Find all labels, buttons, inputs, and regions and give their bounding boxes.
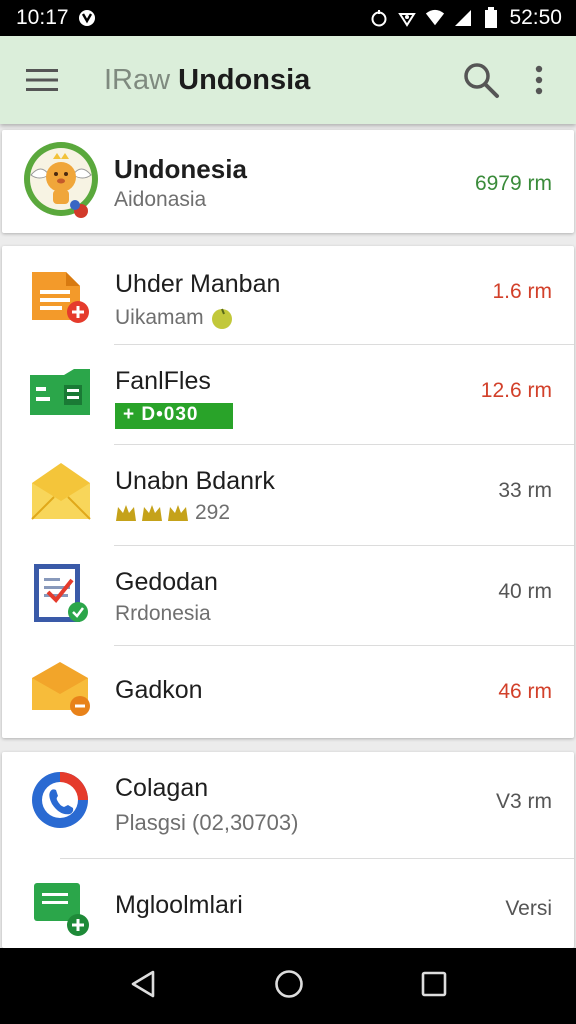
more-vert-icon (535, 65, 543, 95)
profile-subtitle: Aidonasia (114, 188, 207, 211)
page-title: IRaw Undonsia (104, 64, 452, 97)
document-add-icon (28, 266, 94, 333)
item-value: 40 rm (498, 580, 552, 603)
item-value: 12.6 rm (480, 379, 552, 402)
status-clock: 52:50 (509, 6, 562, 29)
phone-call-icon (30, 770, 92, 837)
item-title: Uhder Manban (115, 270, 281, 298)
navigation-bar (0, 948, 576, 1024)
item-subtitle-wrap: 292 (115, 501, 230, 525)
search-icon (464, 63, 499, 98)
status-bar: 10:17 52:50 (0, 0, 576, 36)
item-subtitle: 292 (195, 501, 231, 524)
item-title: FanlFles (115, 367, 211, 395)
vibrate-icon (397, 8, 417, 28)
fruit-icon (211, 308, 232, 329)
item-subtitle: Uikamam (115, 306, 204, 329)
message-add-icon (32, 881, 94, 944)
item-value: 46 rm (498, 680, 552, 703)
battery-icon (481, 7, 501, 28)
item-subtitle: Plasgsi (02,30703) (115, 810, 299, 835)
item-value: V3 rm (495, 790, 552, 813)
mail-icon (30, 461, 92, 526)
item-value: 1.6 rm (492, 280, 552, 303)
status-time: 10:17 (16, 6, 69, 29)
list-item[interactable]: Gedodan Rrdonesia 40 rm (2, 546, 574, 645)
item-title: Gedodan (115, 568, 218, 596)
mascot-avatar-icon (24, 142, 98, 218)
notification-icon (77, 8, 97, 28)
item-badge-wrap: + D•030 (115, 403, 233, 429)
search-button[interactable] (452, 36, 510, 124)
crown-icon (168, 505, 188, 521)
spreadsheet-icon (28, 369, 92, 424)
title-prefix: IRaw (104, 63, 171, 96)
item-title: Mgloolmlari (115, 891, 243, 919)
list-item[interactable]: Unabn Bdanrk 292 33 rm (2, 445, 574, 545)
signal-icon (453, 8, 473, 28)
item-value: Versi (505, 897, 552, 920)
checklist-icon (32, 562, 92, 631)
list-item[interactable]: FanlFles + D•030 12.6 rm (2, 345, 574, 444)
home-button[interactable] (274, 969, 304, 1004)
list-item[interactable]: Uhder Manban Uikamam 1.6 rm (2, 246, 574, 344)
app-toolbar: IRaw Undonsia (0, 36, 576, 124)
home-icon (275, 969, 303, 998)
avatar (23, 141, 99, 226)
hamburger-icon (26, 69, 58, 91)
item-title: Unabn Bdanrk (115, 467, 275, 495)
item-title: Gadkon (115, 676, 203, 704)
recents-icon (422, 971, 447, 996)
item-title: Colagan (115, 774, 209, 802)
profile-card[interactable]: Undonesia Aidonasia 6979 rm (2, 130, 574, 233)
profile-name: Undonesia (114, 154, 247, 184)
profile-value: 6979 rm (474, 172, 552, 195)
item-badge: + D•030 (115, 403, 233, 429)
item-value: 33 rm (498, 479, 552, 502)
recents-button[interactable] (421, 971, 447, 1002)
crown-icon (116, 505, 136, 521)
title-main: Undonsia (178, 63, 311, 96)
list-item[interactable]: Colagan Plasgsi (02,30703) V3 rm (2, 752, 574, 858)
alarm-icon (369, 8, 389, 28)
list-item[interactable]: Mgloolmlari Versi (2, 859, 574, 948)
secondary-list: Colagan Plasgsi (02,30703) V3 rm Mgloolm… (2, 752, 574, 948)
item-subtitle: Rrdonesia (115, 602, 211, 625)
list-item[interactable]: Gadkon 46 rm (2, 646, 574, 738)
back-button[interactable] (129, 969, 157, 1004)
crown-icon (142, 505, 162, 521)
mail-alert-icon (30, 660, 94, 723)
rating-icons (115, 503, 189, 523)
overflow-menu-button[interactable] (510, 36, 568, 124)
back-icon (131, 970, 154, 997)
item-subtitle-wrap: Uikamam (115, 306, 234, 330)
menu-button[interactable] (0, 36, 84, 124)
items-list: Uhder Manban Uikamam 1.6 rm FanlFles + D… (2, 246, 574, 738)
wifi-icon (425, 8, 445, 28)
